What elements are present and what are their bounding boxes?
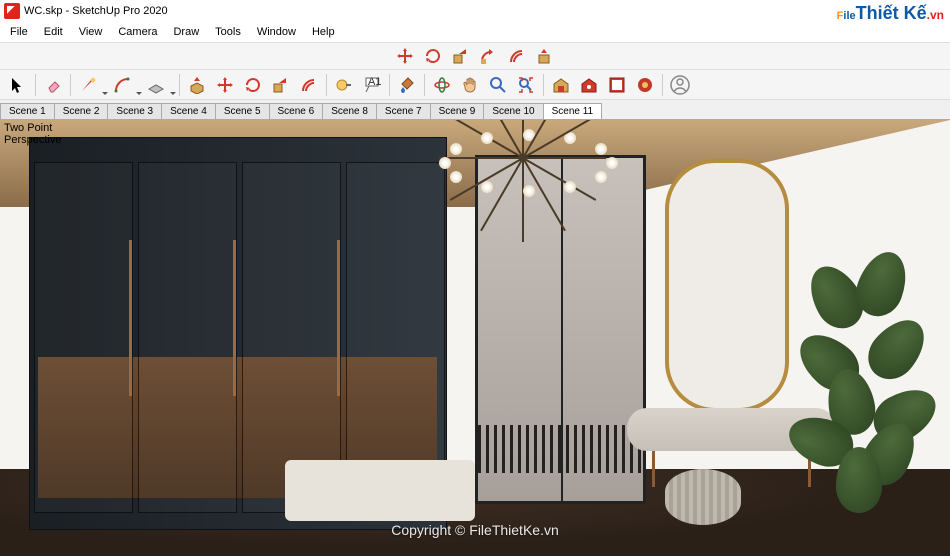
- extwarehouse-tool-icon[interactable]: [575, 72, 603, 98]
- user-tool-icon[interactable]: [666, 72, 694, 98]
- move-icon[interactable]: [393, 44, 417, 68]
- stool-model: [665, 469, 741, 526]
- menu-file[interactable]: File: [2, 24, 36, 40]
- scene-tab[interactable]: Scene 3: [107, 103, 162, 119]
- scene-render: [0, 120, 950, 556]
- watermark-text: Copyright © FileThietKe.vn: [391, 522, 559, 538]
- arc-tool-icon[interactable]: [108, 72, 136, 98]
- tape-tool-icon[interactable]: [330, 72, 358, 98]
- main-toolbar: A1: [0, 70, 950, 100]
- pushpull-icon[interactable]: [533, 44, 557, 68]
- scene-tab[interactable]: Scene 11: [543, 103, 603, 119]
- eraser-tool-icon[interactable]: [39, 72, 67, 98]
- pan-tool-icon[interactable]: [456, 72, 484, 98]
- chandelier-model: [418, 129, 627, 199]
- line-tool-icon[interactable]: [74, 72, 102, 98]
- layout-tool-icon[interactable]: [603, 72, 631, 98]
- scene-tab[interactable]: Scene 6: [269, 103, 324, 119]
- offset-tool-icon[interactable]: [295, 72, 323, 98]
- shape-tool-icon[interactable]: [142, 72, 170, 98]
- followme-icon[interactable]: [477, 44, 501, 68]
- ottoman-model: [285, 460, 475, 521]
- watermark-logo: FileThiết Kế.vn: [837, 2, 944, 25]
- orbit-tool-icon[interactable]: [428, 72, 456, 98]
- rotate-icon[interactable]: [421, 44, 445, 68]
- rotate-tool-icon[interactable]: [239, 72, 267, 98]
- menu-draw[interactable]: Draw: [165, 24, 207, 40]
- scene-tab[interactable]: Scene 1: [0, 103, 55, 119]
- viewport[interactable]: Two Point Perspective Copyright © FileTh…: [0, 120, 950, 556]
- menu-window[interactable]: Window: [249, 24, 304, 40]
- move-tool-icon[interactable]: [211, 72, 239, 98]
- paint-tool-icon[interactable]: [393, 72, 421, 98]
- top-toolbar: [0, 42, 950, 70]
- window-title: WC.skp - SketchUp Pro 2020: [24, 5, 168, 17]
- plant-model: [798, 251, 950, 513]
- scene-tab[interactable]: Scene 5: [215, 103, 270, 119]
- scene-tab[interactable]: Scene 7: [376, 103, 431, 119]
- scene-tab[interactable]: Scene 2: [54, 103, 109, 119]
- scene-tab[interactable]: Scene 9: [430, 103, 485, 119]
- engine-tool-icon[interactable]: [631, 72, 659, 98]
- sliding-door-model: [475, 155, 646, 504]
- scene-tab[interactable]: Scene 10: [483, 103, 543, 119]
- pushpull-tool-icon[interactable]: [183, 72, 211, 98]
- menu-camera[interactable]: Camera: [110, 24, 165, 40]
- menu-tools[interactable]: Tools: [207, 24, 249, 40]
- zoom-extents-tool-icon[interactable]: [512, 72, 540, 98]
- mirror-model: [665, 159, 789, 412]
- menu-help[interactable]: Help: [304, 24, 343, 40]
- overlay-line2: Perspective: [4, 134, 61, 146]
- scene-tab[interactable]: Scene 8: [322, 103, 377, 119]
- svg-text:A1: A1: [368, 76, 381, 88]
- app-icon: [4, 3, 20, 19]
- menu-bar: File Edit View Camera Draw Tools Window …: [0, 22, 950, 42]
- zoom-tool-icon[interactable]: [484, 72, 512, 98]
- shape-flyout[interactable]: [170, 72, 176, 98]
- scene-tabs: Scene 1Scene 2Scene 3Scene 4Scene 5Scene…: [0, 100, 950, 120]
- menu-edit[interactable]: Edit: [36, 24, 71, 40]
- camera-mode-overlay: Two Point Perspective: [4, 122, 61, 146]
- menu-view[interactable]: View: [71, 24, 111, 40]
- title-bar: WC.skp - SketchUp Pro 2020: [0, 0, 950, 22]
- text-tool-icon[interactable]: A1: [358, 72, 386, 98]
- select-tool-icon[interactable]: [4, 72, 32, 98]
- scene-tab[interactable]: Scene 4: [161, 103, 216, 119]
- warehouse-tool-icon[interactable]: [547, 72, 575, 98]
- scale-tool-icon[interactable]: [267, 72, 295, 98]
- offset-icon[interactable]: [505, 44, 529, 68]
- overlay-line1: Two Point: [4, 122, 61, 134]
- scale-icon[interactable]: [449, 44, 473, 68]
